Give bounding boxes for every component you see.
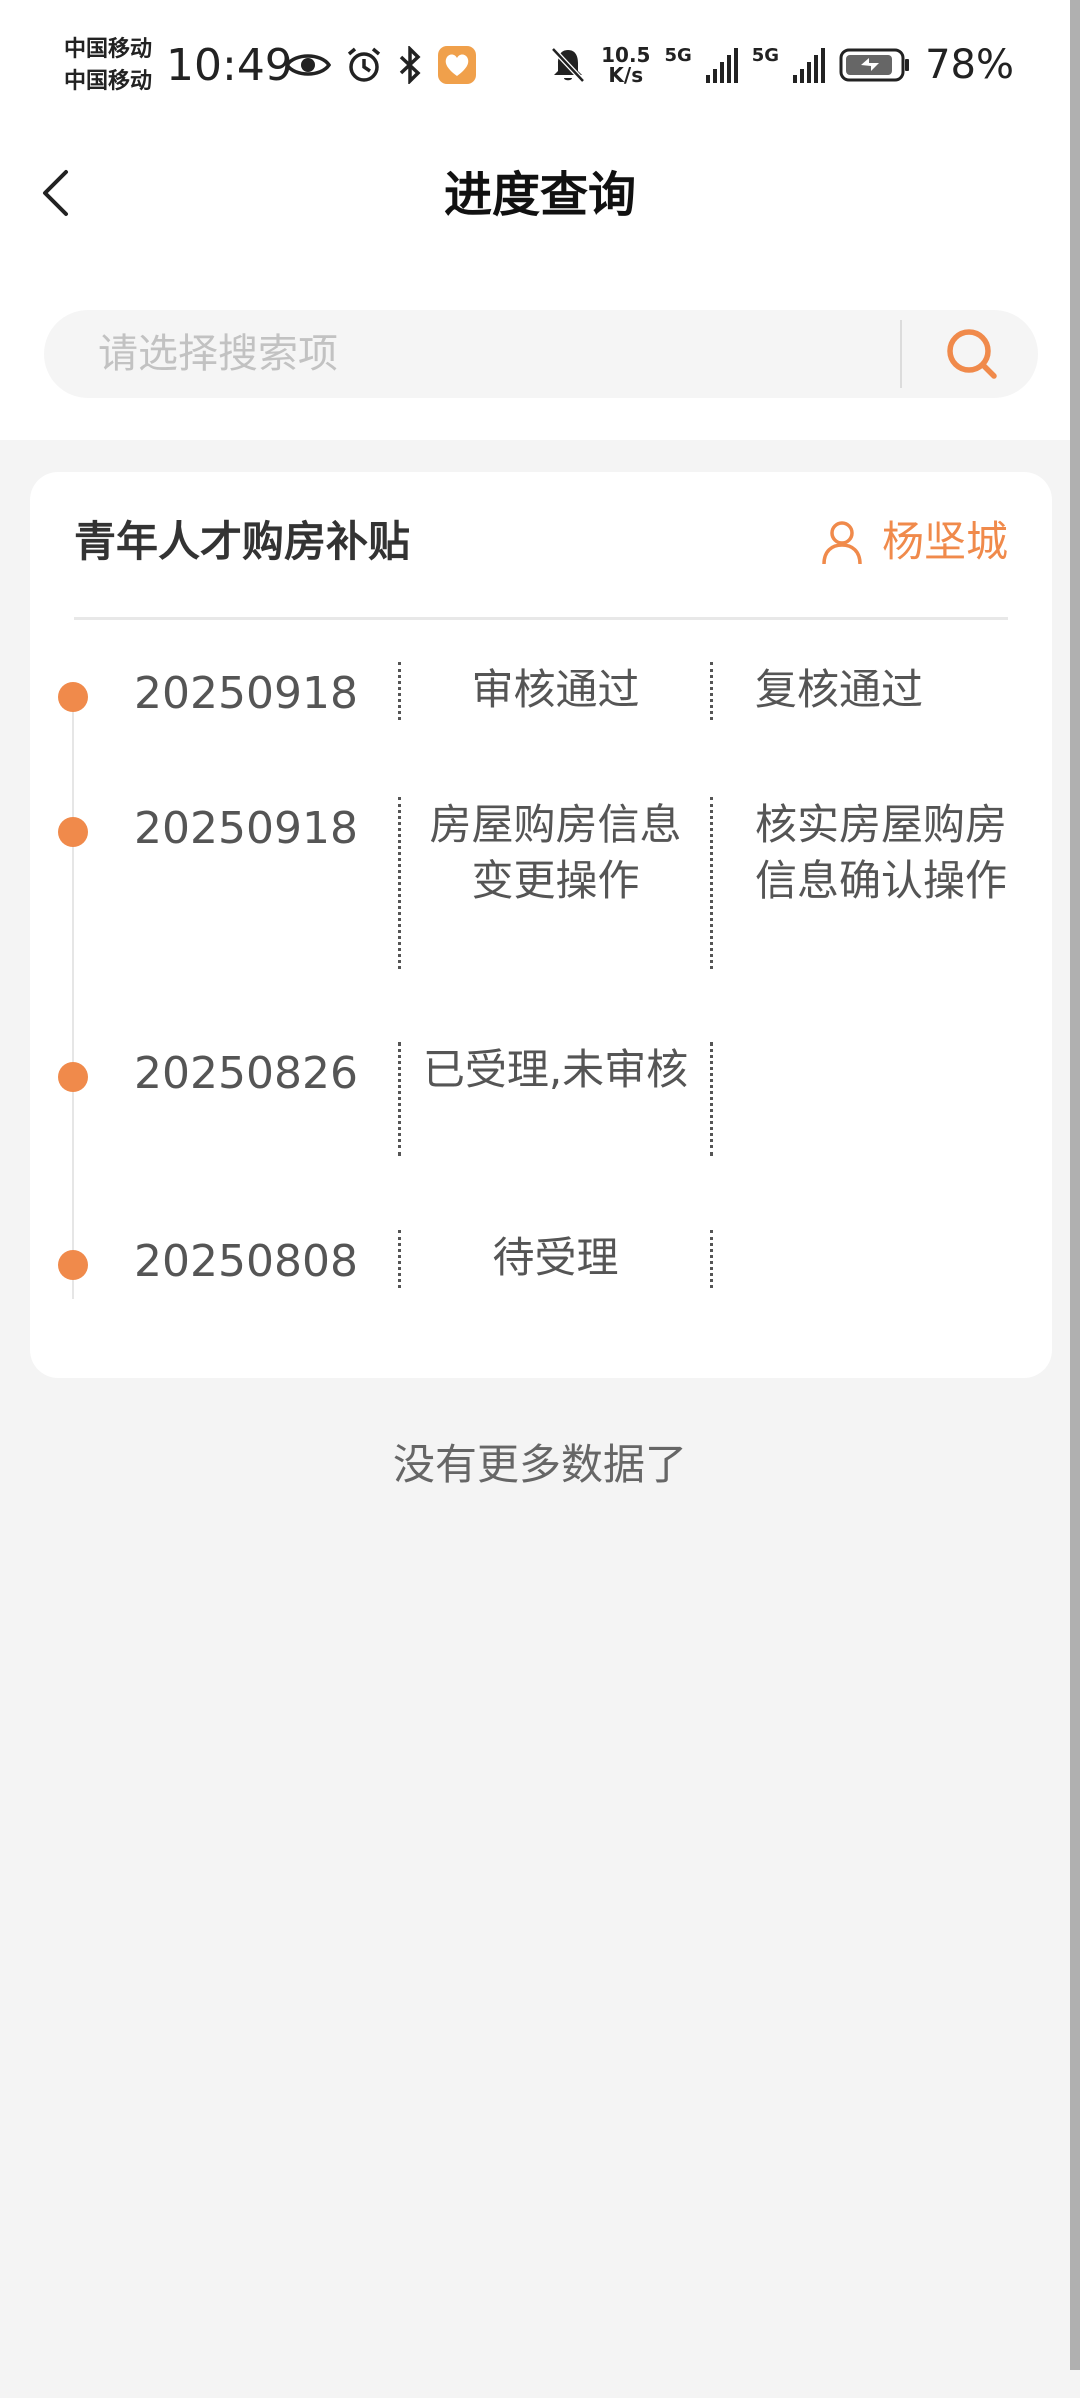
signal-2-label: 5G [751,44,780,66]
signal-1-label: 5G [664,44,692,66]
timeline-row: 20250918 房屋购房信息变更操作 核实房屋购房信息确认操作 [30,797,1052,977]
timeline-dot [58,1250,88,1280]
page-title: 进度查询 [443,167,636,223]
network-speed-value: 10.5 [601,43,651,67]
alarm-icon [347,47,381,82]
timeline-row: 20250918 审核通过 复核通过 [30,662,1052,744]
timeline-dot [58,1062,88,1092]
status-bar: 中国移动 中国移动 10:49 10.5 K/s 5G 5G 78% [0,0,1080,130]
battery-charging-icon [839,48,910,82]
status-icons-right: 10.5 K/s 5G 5G 78% [549,42,1014,88]
record-desc: 复核通过 [710,662,1010,720]
card-divider [74,617,1008,620]
signal-1-icon [705,48,738,83]
search-icon [947,329,997,379]
record-status: 待受理 [398,1230,710,1288]
search-input[interactable] [98,310,898,398]
record-status: 已受理,未审核 [398,1042,710,1156]
record-desc [710,1042,713,1156]
record-date: 20250918 [134,803,358,854]
record-status: 审核通过 [398,662,710,720]
record-desc: 核实房屋购房信息确认操作 [710,797,1010,969]
record-date: 20250808 [134,1236,358,1287]
health-app-icon [438,46,476,84]
search-box [44,310,1038,398]
progress-card: 青年人才购房补贴 杨坚城 20250918 审核通过 复核通过 20250918… [30,472,1052,1378]
carrier-2: 中国移动 [64,69,153,94]
battery-percent: 78% [925,42,1014,88]
status-icons-left [285,45,477,85]
eye-icon [285,54,331,76]
network-speed: 10.5 K/s [601,45,650,85]
user-icon [822,521,862,565]
carrier-labels: 中国移动 中国移动 [64,34,152,98]
no-more-data-text: 没有更多数据了 [392,1440,687,1489]
record-desc [710,1230,713,1288]
timeline-line [72,687,74,1299]
search-button[interactable] [942,324,1002,384]
timeline-row: 20250808 待受理 [30,1230,1052,1292]
record-status: 房屋购房信息变更操作 [398,797,710,969]
search-divider [900,320,902,388]
carrier-1: 中国移动 [64,37,153,62]
signal-2-icon [793,48,826,83]
clock: 10:49 [166,40,293,91]
mute-bell-icon [551,47,585,83]
card-user-name: 杨坚城 [881,517,1008,566]
record-date: 20250826 [134,1048,358,1099]
timeline-row: 20250826 已受理,未审核 [30,1042,1052,1158]
timeline-dot [58,682,88,712]
card-title: 青年人才购房补贴 [74,517,411,566]
scroll-indicator [1070,0,1080,2370]
record-date: 20250918 [134,668,358,719]
network-speed-unit: K/s [608,63,644,87]
timeline-dot [58,817,88,847]
nav-bar: 进度查询 [0,130,1080,260]
card-user: 杨坚城 [820,512,1008,572]
bluetooth-icon [399,46,421,84]
